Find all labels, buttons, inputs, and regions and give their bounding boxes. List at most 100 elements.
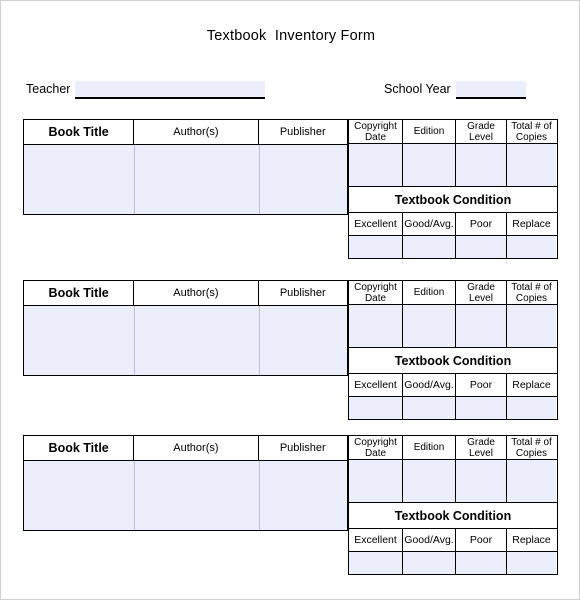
col-header-excellent: Excellent: [354, 379, 397, 391]
col-header-good-avg: Good/Avg.: [402, 213, 455, 235]
col-header-copyright-date: Copyright Date: [349, 436, 402, 459]
field-total-copies[interactable]: [506, 305, 556, 347]
field-total-copies[interactable]: [506, 460, 556, 502]
detail-entry-row: [348, 305, 558, 348]
condition-entry-row: [348, 236, 558, 259]
col-header-edition: Edition: [402, 281, 455, 304]
field-total-copies[interactable]: [506, 144, 556, 186]
field-copyright-date[interactable]: [349, 305, 402, 347]
field-good-avg[interactable]: [402, 236, 455, 258]
field-copyright-date[interactable]: [349, 460, 402, 502]
field-grade-level[interactable]: [455, 460, 506, 502]
field-authors[interactable]: [134, 145, 259, 214]
total-copies-line2: Copies: [515, 131, 548, 143]
book-info-header-row: Book Title Author(s) Publisher: [24, 281, 347, 306]
col-header-good-avg: Good/Avg.: [402, 374, 455, 396]
condition-header-row: Excellent Good/Avg. Poor Replace: [348, 374, 558, 397]
copyright-date-line2: Date: [364, 292, 387, 304]
col-header-book-title: Book Title: [48, 441, 109, 455]
col-header-publisher: Publisher: [257, 281, 347, 305]
field-publisher[interactable]: [259, 306, 347, 375]
field-grade-level[interactable]: [455, 305, 506, 347]
col-header-book-title: Book Title: [48, 125, 109, 139]
field-book-title[interactable]: [24, 306, 134, 375]
total-copies-line1: Total # of: [511, 120, 552, 132]
col-header-authors: Author(s): [133, 281, 257, 305]
field-poor[interactable]: [455, 552, 506, 574]
field-publisher[interactable]: [259, 461, 347, 530]
col-header-poor: Poor: [455, 213, 506, 235]
condition-header-row: Excellent Good/Avg. Poor Replace: [348, 213, 558, 236]
col-header-total-copies: Total # of Copies: [506, 281, 556, 304]
field-excellent[interactable]: [349, 552, 402, 574]
col-header-total-copies: Total # of Copies: [506, 436, 556, 459]
field-replace[interactable]: [506, 236, 556, 258]
teacher-input[interactable]: [75, 81, 265, 99]
col-header-replace: Replace: [506, 529, 556, 551]
total-copies-line1: Total # of: [511, 436, 552, 448]
total-copies-line2: Copies: [515, 447, 548, 459]
field-publisher[interactable]: [259, 145, 347, 214]
col-header-authors: Author(s): [133, 120, 257, 144]
field-book-title[interactable]: [24, 145, 134, 214]
school-year-input[interactable]: [456, 81, 526, 99]
field-poor[interactable]: [455, 236, 506, 258]
detail-header-row: Copyright Date Edition Grade Level Total #…: [348, 435, 558, 460]
field-replace[interactable]: [506, 397, 556, 419]
total-copies-line2: Copies: [515, 292, 548, 304]
field-good-avg[interactable]: [402, 552, 455, 574]
field-authors[interactable]: [134, 306, 259, 375]
book-detail-panel: Copyright Date Edition Grade Level Total #…: [348, 280, 558, 420]
field-authors[interactable]: [134, 461, 259, 530]
field-edition[interactable]: [402, 144, 455, 186]
col-header-good-avg: Good/Avg.: [402, 529, 455, 551]
col-header-grade-level: Grade Level: [455, 120, 506, 143]
col-header-publisher: Publisher: [257, 120, 347, 144]
book-detail-panel: Copyright Date Edition Grade Level Total #…: [348, 435, 558, 575]
field-grade-level[interactable]: [455, 144, 506, 186]
col-header-poor: Poor: [455, 529, 506, 551]
field-poor[interactable]: [455, 397, 506, 419]
grade-level-line1: Grade: [467, 120, 495, 132]
copyright-date-line1: Copyright: [354, 120, 397, 132]
copyright-date-line2: Date: [364, 447, 387, 459]
book-info-panel: Book Title Author(s) Publisher: [23, 119, 348, 215]
field-edition[interactable]: [402, 460, 455, 502]
grade-level-line1: Grade: [467, 436, 495, 448]
condition-entry-row: [348, 397, 558, 420]
grade-level-line2: Level: [469, 292, 493, 304]
book-detail-panel: Copyright Date Edition Grade Level Total #…: [348, 119, 558, 259]
field-excellent[interactable]: [349, 397, 402, 419]
col-header-publisher: Publisher: [257, 436, 347, 460]
copyright-date-line1: Copyright: [354, 436, 397, 448]
col-header-grade-level: Grade Level: [455, 281, 506, 304]
field-copyright-date[interactable]: [349, 144, 402, 186]
grade-level-line2: Level: [469, 447, 493, 459]
form-page: Textbook Inventory Form Teacher School Y…: [0, 0, 580, 600]
book-info-panel: Book Title Author(s) Publisher: [23, 435, 348, 531]
field-good-avg[interactable]: [402, 397, 455, 419]
grade-level-line2: Level: [469, 131, 493, 143]
col-header-excellent: Excellent: [354, 218, 397, 230]
field-excellent[interactable]: [349, 236, 402, 258]
col-header-book-title: Book Title: [48, 286, 109, 300]
col-header-edition: Edition: [402, 120, 455, 143]
detail-header-row: Copyright Date Edition Grade Level Total #…: [348, 119, 558, 144]
field-edition[interactable]: [402, 305, 455, 347]
col-header-replace: Replace: [506, 213, 556, 235]
school-year-label: School Year: [384, 82, 451, 96]
condition-header-row: Excellent Good/Avg. Poor Replace: [348, 529, 558, 552]
col-header-grade-level: Grade Level: [455, 436, 506, 459]
total-copies-line1: Total # of: [511, 281, 552, 293]
book-info-header-row: Book Title Author(s) Publisher: [24, 120, 347, 145]
form-meta-row: Teacher School Year: [1, 81, 579, 101]
grade-level-line1: Grade: [467, 281, 495, 293]
field-replace[interactable]: [506, 552, 556, 574]
col-header-excellent: Excellent: [354, 534, 397, 546]
col-header-authors: Author(s): [133, 436, 257, 460]
book-info-entry-row: [24, 145, 347, 214]
col-header-edition: Edition: [402, 436, 455, 459]
col-header-replace: Replace: [506, 374, 556, 396]
field-book-title[interactable]: [24, 461, 134, 530]
condition-entry-row: [348, 552, 558, 575]
